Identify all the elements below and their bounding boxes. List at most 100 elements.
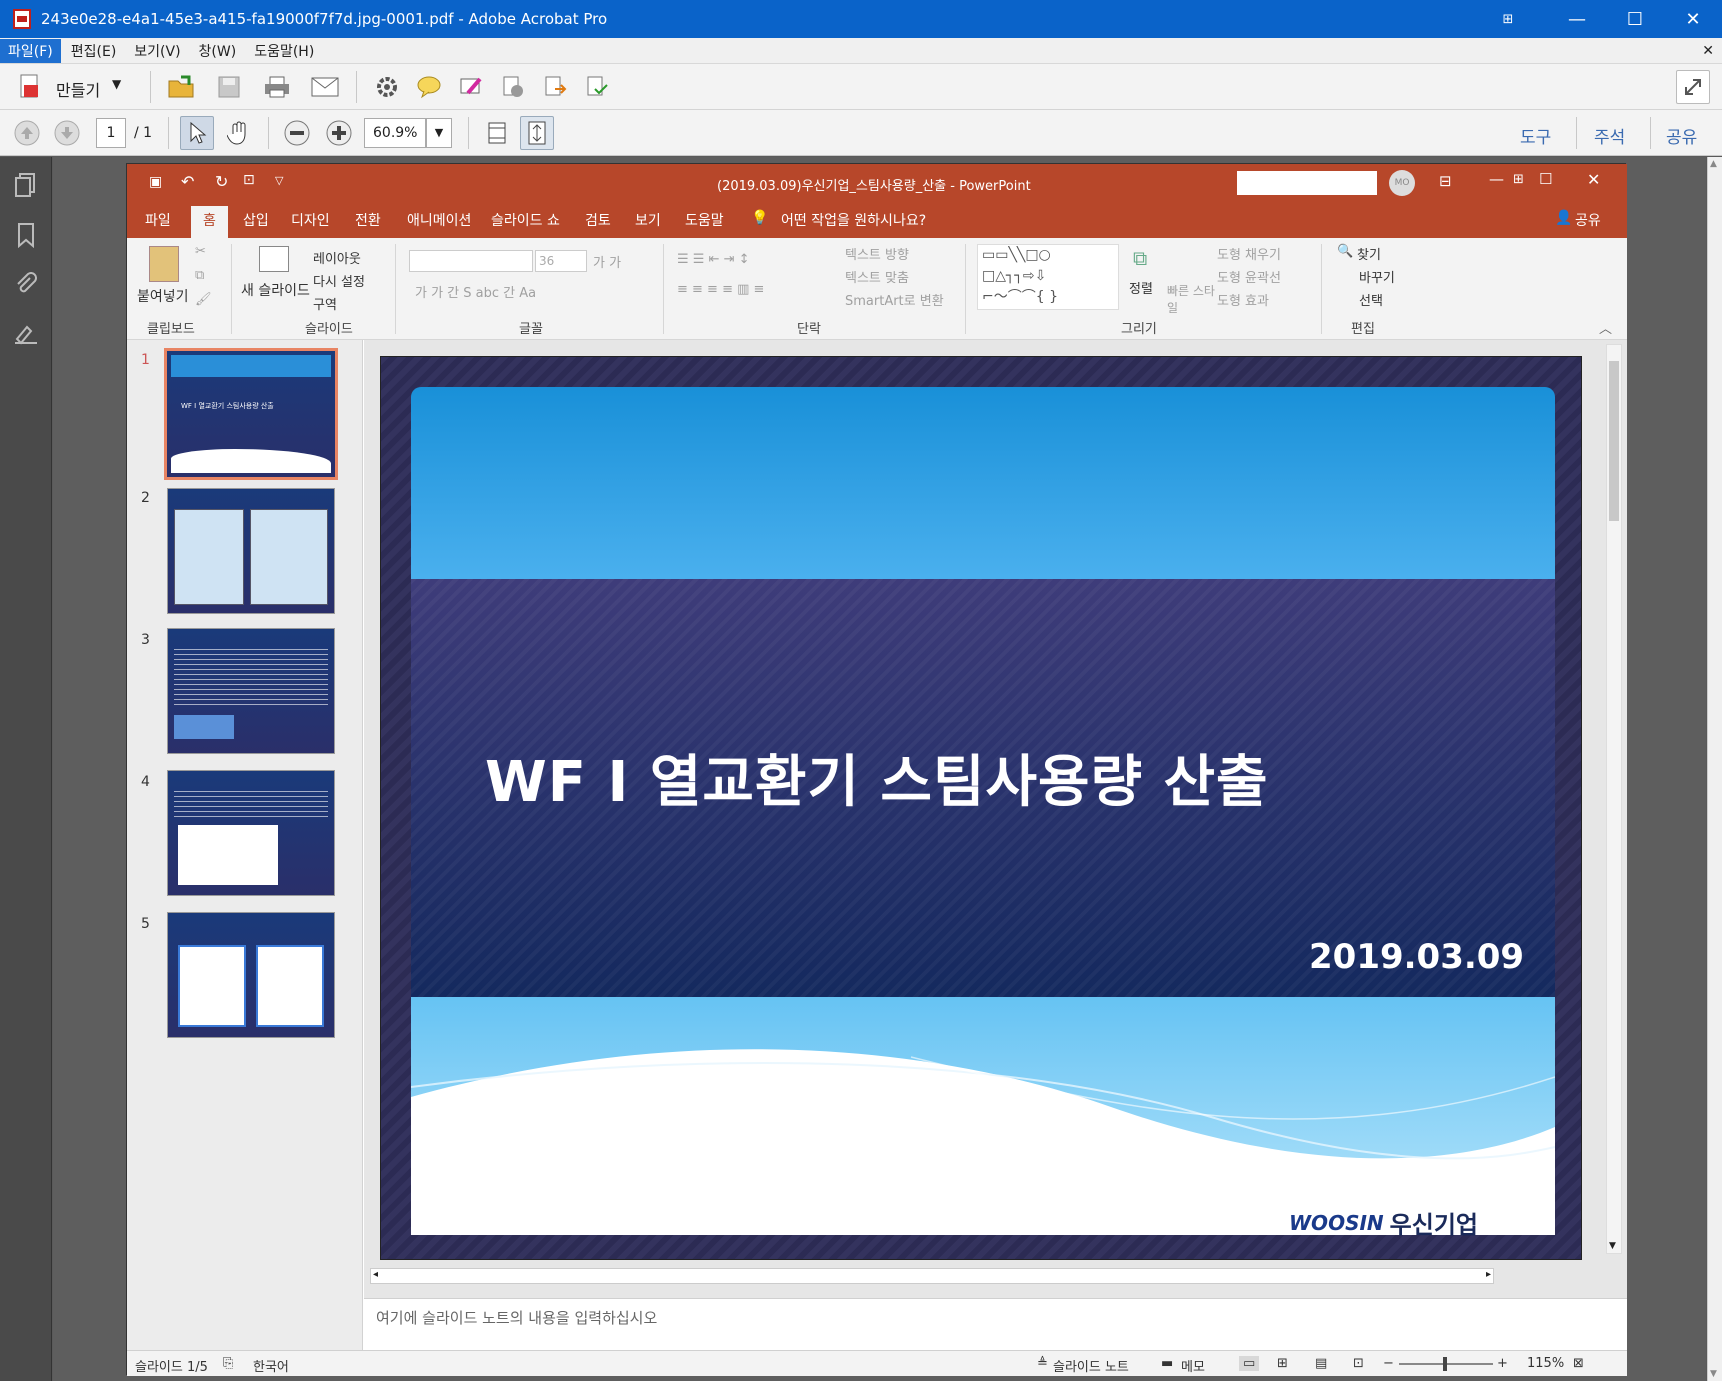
replace-button[interactable]: 바꾸기 — [1359, 267, 1395, 286]
tab-slideshow[interactable]: 슬라이드 쇼 — [491, 210, 560, 230]
zoom-input[interactable]: 60.9% — [364, 118, 426, 148]
align-left-icon[interactable]: ≡ ≡ ≡ ≡ ▥ ≡ — [677, 282, 764, 297]
slide-thumbnail-4[interactable] — [167, 770, 335, 896]
zoom-dropdown-icon[interactable]: ▼ — [426, 118, 452, 148]
redo-icon[interactable]: ↻ — [215, 172, 228, 191]
paste-button[interactable]: 붙여넣기 — [137, 286, 189, 306]
create-pdf-icon[interactable] — [14, 70, 48, 104]
quick-styles-button[interactable]: 빠른 스타일 — [1167, 282, 1217, 316]
tab-design[interactable]: 디자인 — [291, 210, 330, 230]
create-label[interactable]: 만들기 — [56, 77, 100, 101]
print-icon[interactable] — [260, 70, 294, 104]
attachment-icon[interactable] — [10, 269, 42, 301]
slide-canvas[interactable]: WF I 열교환기 스팀사용량 산출 2019.03.09 WOOSIN 우신기… — [380, 356, 1582, 1260]
shape-outline-button[interactable]: 도형 윤곽선 — [1217, 267, 1281, 286]
collapse-ribbon-icon[interactable]: ︿ — [1599, 318, 1612, 337]
next-page-icon[interactable] — [50, 116, 84, 150]
tab-animations[interactable]: 애니메이션 — [407, 210, 471, 230]
slide-thumbnails-pane[interactable]: 1 WF I 열교환기 스팀사용량 산출 2 3 4 5 — [127, 340, 363, 1350]
slide-thumbnail-2[interactable] — [167, 488, 335, 614]
notes-pane[interactable]: 여기에 슬라이드 노트의 내용을 입력하십시오 — [364, 1298, 1627, 1350]
page-thumbnails-icon[interactable] — [10, 169, 42, 201]
menu-edit[interactable]: 편집(E) — [63, 39, 125, 63]
ppt-restore-icon[interactable]: ⊞ — [1513, 172, 1524, 187]
grow-font-icon[interactable]: 가 가 — [593, 252, 621, 271]
highlight-icon[interactable] — [454, 70, 488, 104]
bullets-icon[interactable]: ☰ ☰ ⇤ ⇥ ↕ — [677, 252, 750, 267]
slide-title[interactable]: WF I 열교환기 스팀사용량 산출 — [485, 737, 1269, 818]
menu-file[interactable]: 파일(F) — [0, 38, 61, 63]
shapes-gallery[interactable]: ▭▭╲╲□○ □△┐┐⇨⇩ ⌐〜⌒⌒{ } — [977, 244, 1119, 310]
new-slide-button[interactable]: 새 슬라이드 — [241, 280, 310, 300]
fit-width-icon[interactable] — [480, 116, 514, 150]
doc-close-icon[interactable]: ✕ — [1702, 43, 1714, 59]
chevron-down-icon[interactable]: ▼ — [112, 77, 121, 91]
ppt-share-button[interactable]: 공유 — [1575, 210, 1601, 230]
zoom-out-icon[interactable] — [280, 116, 314, 150]
ppt-maximize-icon[interactable]: ☐ — [1539, 170, 1552, 188]
select-button[interactable]: 선택 — [1359, 290, 1383, 309]
tools-tab[interactable]: 도구 — [1520, 123, 1551, 148]
comments-button[interactable]: 메모 — [1181, 1356, 1205, 1375]
new-slide-icon[interactable] — [259, 246, 289, 272]
tab-view[interactable]: 보기 — [635, 210, 661, 230]
find-button[interactable]: 찾기 — [1357, 244, 1381, 263]
normal-view-icon[interactable]: ▭ — [1239, 1356, 1260, 1371]
font-size-select[interactable]: 36 — [535, 250, 587, 272]
slide-thumbnail-3[interactable] — [167, 628, 335, 754]
ppt-minimize-icon[interactable]: — — [1489, 170, 1504, 188]
menu-help[interactable]: 도움말(H) — [246, 39, 322, 63]
slide-thumbnail-5[interactable] — [167, 912, 335, 1038]
menu-view[interactable]: 보기(V) — [126, 39, 188, 63]
close-button[interactable]: ✕ — [1664, 0, 1722, 38]
page-number-input[interactable]: 1 — [96, 118, 126, 148]
bookmark-icon[interactable] — [10, 219, 42, 251]
zoom-out-button[interactable]: − — [1383, 1356, 1394, 1371]
settings-gear-icon[interactable] — [370, 70, 404, 104]
slide-vertical-scrollbar[interactable]: ▼ — [1606, 344, 1622, 1254]
export-icon[interactable] — [538, 70, 572, 104]
layout-button[interactable]: 레이아웃 — [313, 248, 361, 267]
maximize-button[interactable]: ☐ — [1606, 0, 1664, 38]
slide-thumbnail-1[interactable]: WF I 열교환기 스팀사용량 산출 — [164, 348, 338, 480]
align-text-button[interactable]: 텍스트 맞춤 — [845, 267, 909, 286]
tell-me-search[interactable]: 어떤 작업을 원하시나요? — [781, 210, 926, 230]
open-folder-icon[interactable] — [164, 70, 198, 104]
tab-review[interactable]: 검토 — [585, 210, 611, 230]
smartart-button[interactable]: SmartArt로 변환 — [845, 290, 944, 309]
menu-window[interactable]: 창(W) — [191, 39, 245, 63]
copy-icon[interactable]: ⧉ — [195, 268, 204, 283]
tab-help[interactable]: 도움말 — [685, 210, 724, 230]
ppt-close-icon[interactable]: ✕ — [1587, 170, 1600, 189]
present-icon[interactable]: ⊡ — [243, 172, 255, 188]
document-vertical-scrollbar[interactable]: ▲ ▼ — [1707, 157, 1722, 1381]
comment-tab[interactable]: 주석 — [1594, 123, 1625, 148]
font-name-select[interactable] — [409, 250, 533, 272]
section-button[interactable]: 구역 — [313, 294, 337, 313]
slide-horizontal-scrollbar[interactable]: ◂ ▸ — [370, 1268, 1494, 1284]
slideshow-icon[interactable]: ⊡ — [1353, 1356, 1364, 1371]
zoom-in-button[interactable]: + — [1497, 1356, 1508, 1371]
language-indicator[interactable]: 한국어 — [253, 1356, 289, 1375]
remove-icon[interactable] — [496, 70, 530, 104]
ribbon-display-icon[interactable]: ⊟ — [1439, 172, 1452, 190]
expand-icon[interactable] — [1676, 70, 1710, 104]
arrange-button[interactable]: 정렬 — [1129, 278, 1153, 297]
reading-view-icon[interactable]: ▤ — [1315, 1356, 1327, 1371]
undo-icon[interactable]: ↶ — [181, 172, 194, 191]
account-search-box[interactable] — [1237, 171, 1377, 195]
minimize-button[interactable]: — — [1548, 0, 1606, 38]
tab-transitions[interactable]: 전환 — [355, 210, 381, 230]
select-cursor-icon[interactable] — [180, 116, 214, 150]
hand-tool-icon[interactable] — [222, 116, 256, 150]
zoom-in-icon[interactable] — [322, 116, 356, 150]
paste-icon[interactable] — [149, 246, 179, 282]
tab-file[interactable]: 파일 — [145, 210, 171, 230]
shape-effects-button[interactable]: 도형 효과 — [1217, 290, 1269, 309]
share-tab[interactable]: 공유 — [1666, 123, 1697, 148]
customize-qat-icon[interactable]: ▽ — [275, 174, 283, 187]
slide-date[interactable]: 2019.03.09 — [1309, 937, 1524, 977]
comment-icon[interactable] — [412, 70, 446, 104]
reset-button[interactable]: 다시 설정 — [313, 271, 365, 290]
user-avatar[interactable]: MO — [1389, 170, 1415, 196]
